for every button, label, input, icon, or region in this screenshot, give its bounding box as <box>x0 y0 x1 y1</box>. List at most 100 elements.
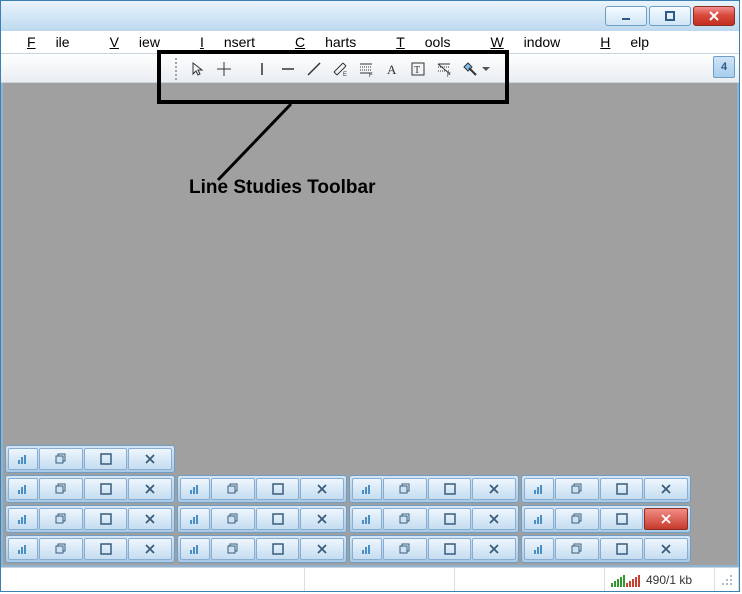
restore-icon <box>227 543 239 555</box>
text-tool[interactable]: A <box>381 58 403 80</box>
close-button[interactable] <box>693 6 735 26</box>
menu-window[interactable]: Window <box>470 32 580 52</box>
mini-restore-button[interactable] <box>39 478 83 500</box>
minimize-button[interactable] <box>605 6 647 26</box>
mini-close-button[interactable] <box>644 538 688 560</box>
chart-type-icon[interactable] <box>8 448 38 470</box>
mini-maximize-button[interactable] <box>428 538 472 560</box>
menu-file[interactable]: File <box>7 32 90 52</box>
cursor-tool[interactable] <box>187 58 209 80</box>
equidistant-channel-tool[interactable]: E <box>329 58 351 80</box>
crosshair-tool[interactable] <box>213 58 235 80</box>
fibo-fan-tool[interactable]: F <box>433 58 455 80</box>
mini-close-button[interactable] <box>644 508 688 530</box>
trendline-tool[interactable] <box>303 58 325 80</box>
mini-restore-button[interactable] <box>555 508 599 530</box>
vertical-line-tool[interactable] <box>251 58 273 80</box>
mini-maximize-button[interactable] <box>256 478 300 500</box>
mini-close-button[interactable] <box>128 478 172 500</box>
minimized-chart-window[interactable] <box>349 475 519 503</box>
minimized-chart-window[interactable] <box>5 445 175 473</box>
toolbar-grip[interactable] <box>175 58 181 80</box>
mini-restore-button[interactable] <box>383 538 427 560</box>
menu-charts[interactable]: Charts <box>275 32 376 52</box>
mini-maximize-button[interactable] <box>600 478 644 500</box>
connection-status[interactable]: 490/1 kb <box>605 568 715 591</box>
mini-maximize-button[interactable] <box>84 448 128 470</box>
minimized-chart-window[interactable] <box>5 505 175 533</box>
mini-restore-button[interactable] <box>555 478 599 500</box>
chart-type-icon[interactable] <box>524 478 554 500</box>
mini-close-button[interactable] <box>472 538 516 560</box>
mini-maximize-button[interactable] <box>84 538 128 560</box>
chart-type-icon[interactable] <box>8 508 38 530</box>
mini-close-button[interactable] <box>300 538 344 560</box>
minimized-chart-window[interactable] <box>521 475 691 503</box>
minimized-chart-window[interactable] <box>177 475 347 503</box>
maximize-icon <box>444 483 456 495</box>
menu-insert[interactable]: Insert <box>180 32 275 52</box>
chart-type-icon[interactable] <box>180 538 210 560</box>
mdi-workspace[interactable] <box>1 83 739 567</box>
mini-restore-button[interactable] <box>39 508 83 530</box>
mini-close-button[interactable] <box>128 448 172 470</box>
minimized-chart-window[interactable] <box>5 535 175 563</box>
close-icon <box>144 543 156 555</box>
menu-help[interactable]: Help <box>580 32 669 52</box>
mini-maximize-button[interactable] <box>428 508 472 530</box>
chart-type-icon[interactable] <box>180 508 210 530</box>
minimized-chart-window[interactable] <box>521 535 691 563</box>
mini-restore-button[interactable] <box>211 508 255 530</box>
mini-maximize-button[interactable] <box>600 538 644 560</box>
mini-restore-button[interactable] <box>211 538 255 560</box>
status-grip <box>715 568 739 591</box>
connection-bars-icon <box>611 573 640 587</box>
mini-restore-button[interactable] <box>383 508 427 530</box>
fibonacci-tool[interactable]: F <box>355 58 377 80</box>
minimized-chart-window[interactable] <box>521 505 691 533</box>
mini-maximize-button[interactable] <box>600 508 644 530</box>
chart-type-icon[interactable] <box>8 478 38 500</box>
close-icon <box>707 9 721 23</box>
mini-restore-button[interactable] <box>383 478 427 500</box>
mini-close-button[interactable] <box>472 508 516 530</box>
chart-type-icon[interactable] <box>524 538 554 560</box>
menu-tools[interactable]: Tools <box>376 32 470 52</box>
mini-close-button[interactable] <box>300 478 344 500</box>
horizontal-line-tool[interactable] <box>277 58 299 80</box>
delete-objects-tool[interactable] <box>459 58 481 80</box>
menu-view[interactable]: View <box>90 32 180 52</box>
minimize-icon <box>619 9 633 23</box>
minimized-chart-window[interactable] <box>177 505 347 533</box>
text-label-tool[interactable]: T <box>407 58 429 80</box>
chart-type-icon[interactable] <box>352 508 382 530</box>
chart-type-icon[interactable] <box>180 478 210 500</box>
mini-restore-button[interactable] <box>555 538 599 560</box>
transfer-text: 490/1 kb <box>646 573 692 587</box>
chart-type-icon[interactable] <box>352 478 382 500</box>
mini-maximize-button[interactable] <box>428 478 472 500</box>
mini-maximize-button[interactable] <box>84 478 128 500</box>
mini-restore-button[interactable] <box>211 478 255 500</box>
mini-close-button[interactable] <box>644 478 688 500</box>
mini-close-button[interactable] <box>472 478 516 500</box>
mini-close-button[interactable] <box>300 508 344 530</box>
mini-close-button[interactable] <box>128 508 172 530</box>
mini-maximize-button[interactable] <box>256 508 300 530</box>
chart-type-icon[interactable] <box>524 508 554 530</box>
chart-type-icon[interactable] <box>352 538 382 560</box>
minimized-chart-window[interactable] <box>177 535 347 563</box>
restore-icon <box>399 543 411 555</box>
notifications-badge[interactable]: 4 <box>713 56 735 78</box>
chart-type-icon[interactable] <box>8 538 38 560</box>
mini-close-button[interactable] <box>128 538 172 560</box>
minimized-chart-window[interactable] <box>5 475 175 503</box>
mini-maximize-button[interactable] <box>84 508 128 530</box>
delete-dropdown[interactable] <box>481 58 491 80</box>
mini-maximize-button[interactable] <box>256 538 300 560</box>
minimized-chart-window[interactable] <box>349 505 519 533</box>
mini-restore-button[interactable] <box>39 448 83 470</box>
maximize-button[interactable] <box>649 6 691 26</box>
mini-restore-button[interactable] <box>39 538 83 560</box>
minimized-chart-window[interactable] <box>349 535 519 563</box>
